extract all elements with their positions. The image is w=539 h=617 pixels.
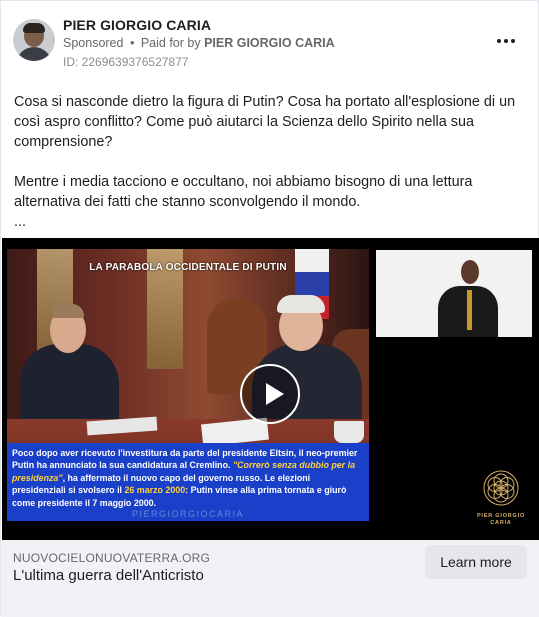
more-dot — [497, 39, 501, 43]
learn-more-button[interactable]: Learn more — [425, 545, 527, 579]
more-dot — [504, 39, 508, 43]
sponsored-label: Sponsored — [63, 36, 124, 50]
logo-text-line-2: CARIA — [490, 520, 512, 526]
presenter-tie — [467, 290, 472, 330]
presenter-inset — [376, 250, 532, 337]
meta-separator: • — [129, 36, 135, 50]
avatar-hair — [23, 23, 45, 33]
link-headline[interactable]: L'ultima guerra dell'Anticristo — [13, 567, 204, 584]
flower-of-life-icon — [483, 470, 519, 506]
person-right-hair — [277, 295, 325, 313]
video-cup — [334, 421, 364, 443]
person-left-hair — [52, 304, 84, 318]
play-icon[interactable] — [240, 364, 300, 424]
sponsored-meta: Sponsored • Paid for by PIER GIORGIO CAR… — [63, 36, 335, 50]
more-options-icon[interactable] — [494, 31, 518, 51]
avatar-body — [16, 47, 52, 61]
link-preview-footer[interactable]: NUOVOCIELONUOVATERRA.ORG L'ultima guerra… — [1, 540, 539, 617]
post-paragraph: Mentre i media tacciono e occultano, noi… — [14, 174, 473, 210]
video-media[interactable]: LA PARABOLA OCCIDENTALE DI PUTIN Poco do… — [2, 238, 539, 540]
video-frame[interactable]: LA PARABOLA OCCIDENTALE DI PUTIN Poco do… — [7, 249, 369, 521]
link-domain[interactable]: NUOVOCIELONUOVATERRA.ORG — [13, 551, 210, 565]
paid-for-name: PIER GIORGIO CARIA — [204, 36, 335, 50]
caption-date: 26 marzo 2000 — [124, 485, 186, 496]
more-dot — [511, 39, 515, 43]
flower-of-life-logo: PIER GIORGIO CARIA — [476, 468, 526, 530]
ad-card: PIER GIORGIO CARIA Sponsored • Paid for … — [0, 0, 539, 617]
paid-for-prefix: Paid for by — [140, 36, 201, 50]
advertiser-avatar[interactable] — [13, 19, 55, 61]
video-title: LA PARABOLA OCCIDENTALE DI PUTIN — [89, 262, 287, 273]
logo-text-line-1: PIER GIORGIO — [476, 513, 526, 519]
advertiser-name[interactable]: PIER GIORGIO CARIA — [63, 17, 211, 33]
ad-id: ID: 2269639376527877 — [63, 55, 189, 69]
ad-header: PIER GIORGIO CARIA Sponsored • Paid for … — [13, 13, 526, 73]
presenter-head — [461, 260, 479, 284]
video-watermark: PIERGIORGIOCARIA — [131, 509, 244, 519]
post-paragraph: Cosa si nasconde dietro la figura di Put… — [14, 94, 516, 150]
see-more-ellipsis[interactable]: ... — [14, 212, 524, 232]
post-text: Cosa si nasconde dietro la figura di Put… — [14, 92, 524, 232]
